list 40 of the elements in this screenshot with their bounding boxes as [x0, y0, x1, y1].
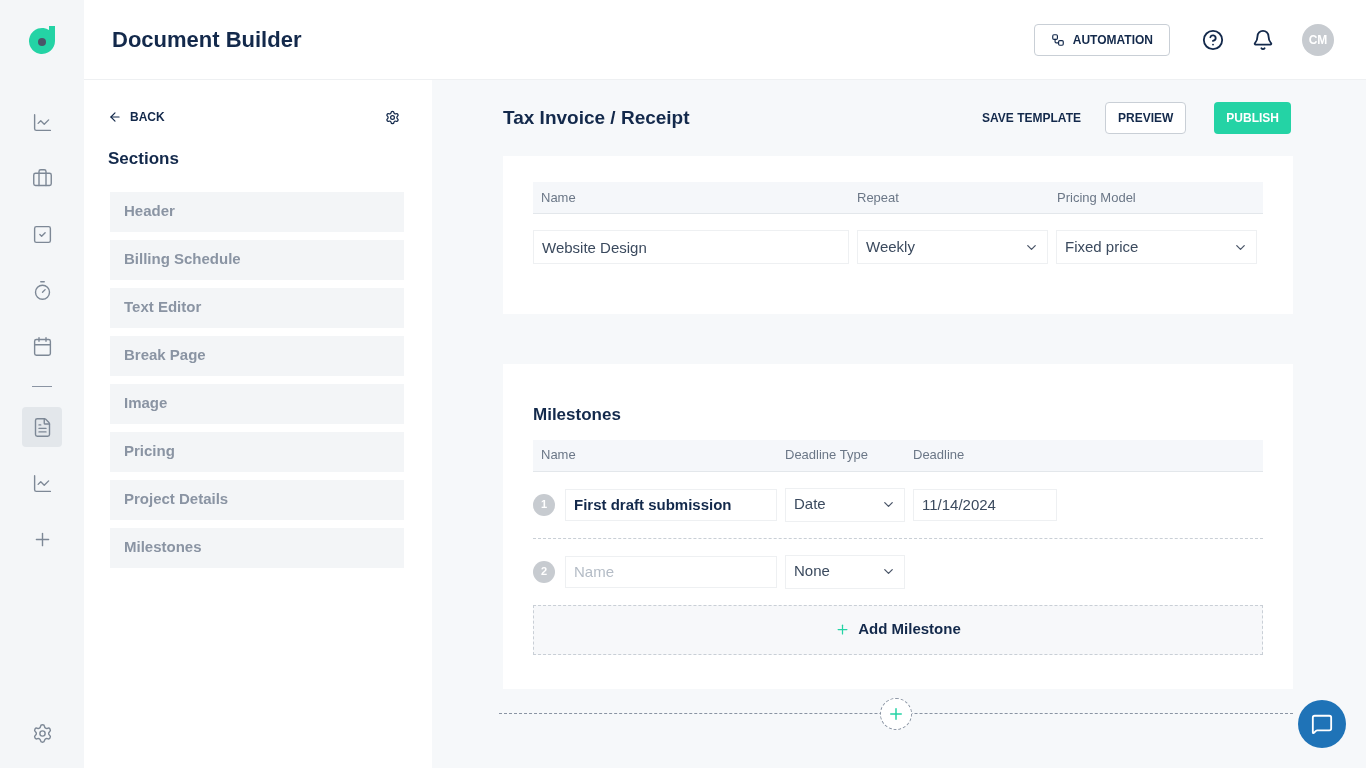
- save-template-button[interactable]: SAVE TEMPLATE: [982, 109, 1081, 127]
- app-title: Document Builder: [112, 26, 302, 54]
- project-name-field[interactable]: Website Design: [533, 230, 849, 264]
- notification-icon[interactable]: [1252, 28, 1274, 51]
- milestone-name-field[interactable]: Name: [565, 555, 777, 588]
- milestone-name-field[interactable]: First draft submission: [565, 488, 777, 521]
- dropdown[interactable]: Date: [785, 487, 905, 522]
- column-header: Name: [540, 188, 577, 207]
- column-header: Deadline: [913, 446, 965, 465]
- deadline-field[interactable]: 11/14/2024: [913, 488, 1057, 521]
- add-section-button[interactable]: [880, 697, 912, 730]
- dropdown[interactable]: Fixed price: [1056, 230, 1257, 264]
- help-icon[interactable]: [1202, 28, 1224, 51]
- dropdown[interactable]: None: [785, 554, 905, 589]
- chart-icon: [31, 111, 53, 133]
- nodes-icon: [1050, 32, 1065, 47]
- sections-title: Sections: [108, 148, 180, 170]
- calendar-icon: [31, 335, 53, 357]
- preview-button[interactable]: PREVIEW: [1105, 102, 1187, 134]
- column-header: Repeat: [857, 188, 900, 207]
- row-number: 2: [533, 560, 555, 583]
- briefcase-icon: [31, 167, 53, 189]
- column-header: Name: [540, 446, 577, 465]
- chat-button[interactable]: [1298, 700, 1346, 748]
- plus-icon: [835, 622, 851, 637]
- chat-icon: [1311, 713, 1333, 735]
- chart-icon: [31, 472, 53, 494]
- logo-icon: [27, 24, 57, 56]
- dropdown[interactable]: Weekly: [857, 230, 1048, 264]
- milestones-title: Milestones: [533, 404, 622, 426]
- document-title: Tax Invoice / Receipt: [503, 105, 690, 130]
- nav-button[interactable]: [22, 407, 62, 447]
- checklist-icon: [31, 223, 53, 245]
- back-button[interactable]: BACK: [108, 108, 165, 126]
- column-header: Pricing Model: [1057, 188, 1136, 207]
- column-header: Deadline Type: [785, 446, 869, 465]
- settings-icon[interactable]: [385, 109, 400, 125]
- add-milestone-button[interactable]: Add Milestone: [533, 604, 1263, 655]
- row-number: 1: [533, 493, 555, 516]
- automation-button[interactable]: AUTOMATION: [1033, 23, 1170, 56]
